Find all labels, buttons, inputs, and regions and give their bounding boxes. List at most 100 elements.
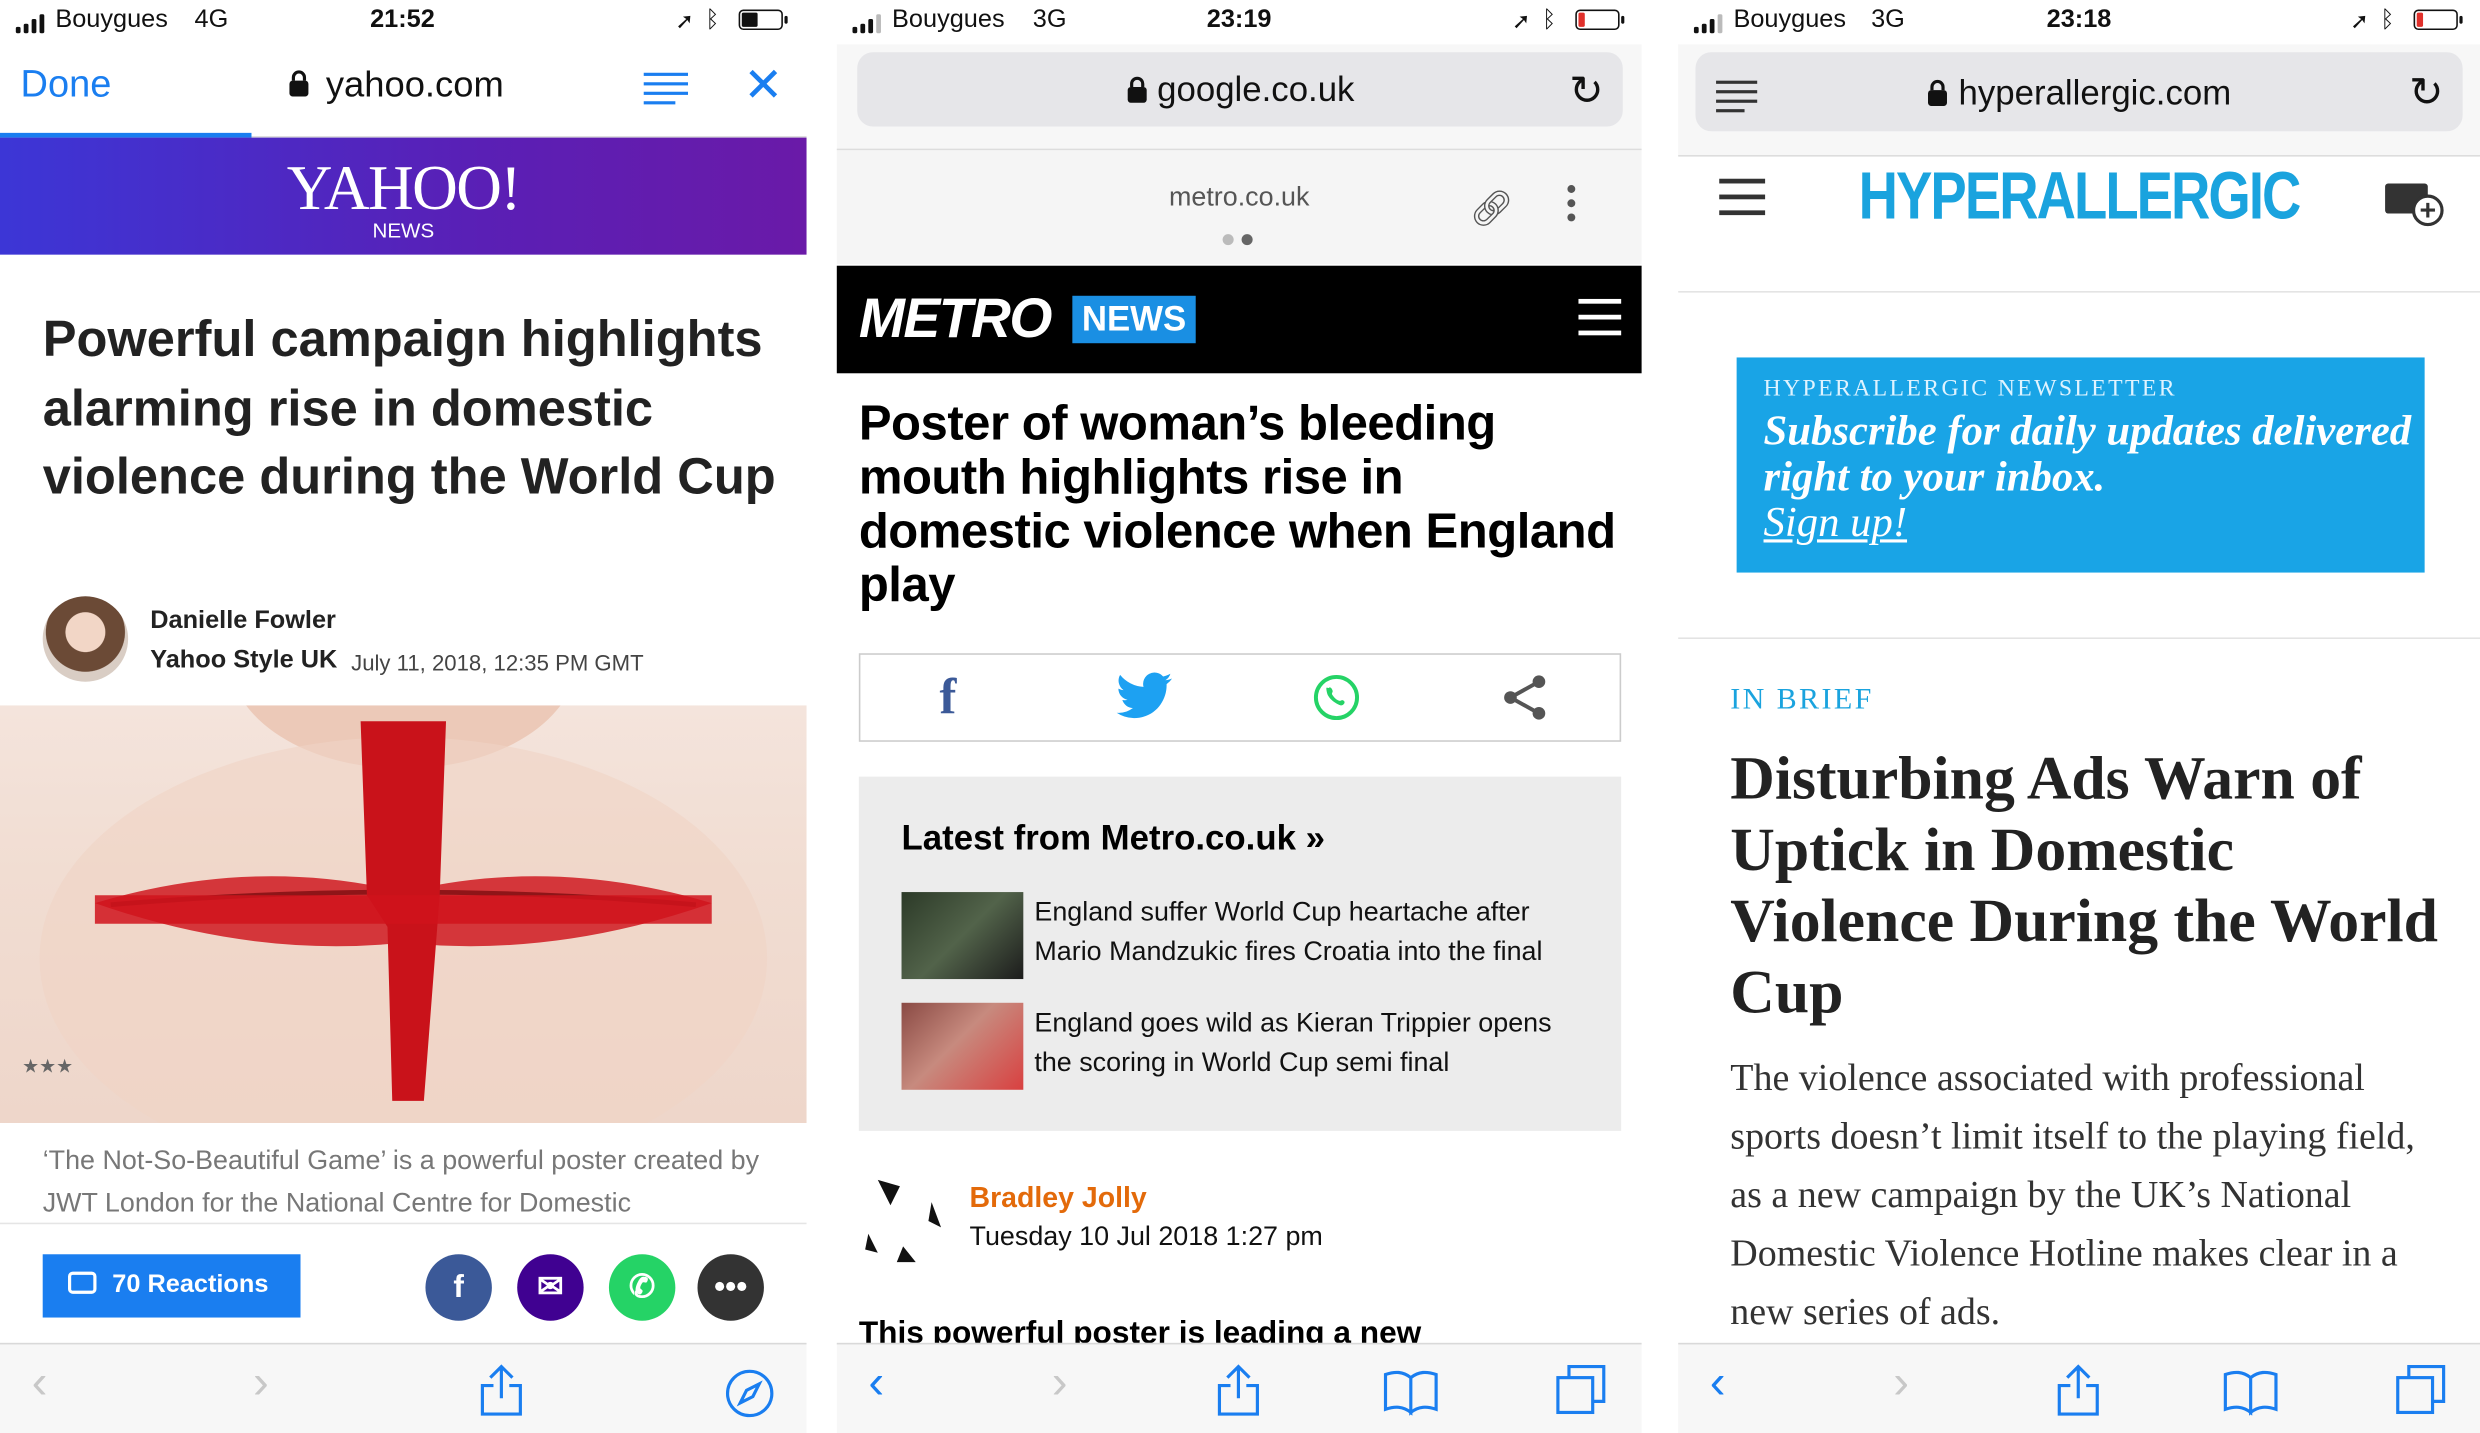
network-type: 3G	[1032, 6, 1067, 34]
latest-item-thumbnail	[901, 1002, 1024, 1090]
yahoo-news-label: NEWS	[372, 218, 435, 242]
latest-item-thumbnail	[901, 892, 1024, 980]
hyperallergic-header: HYPERALLERGIC	[1678, 155, 2480, 293]
yahoo-logo[interactable]: YAHOO!	[0, 150, 807, 224]
close-icon[interactable]: ✕	[743, 59, 783, 114]
status-bar: Bouygues 3G 23:18 ➚ ᛒ	[1678, 0, 2480, 44]
article-headline: Poster of woman’s bleeding mouth highlig…	[858, 395, 1616, 613]
share-icon[interactable]	[2056, 1363, 2100, 1417]
safari-url-bar: Done yahoo.com ✕	[0, 44, 807, 138]
tabs-icon[interactable]	[2395, 1363, 2449, 1417]
divider	[1678, 637, 2480, 639]
author-name[interactable]: Bradley Jolly	[970, 1182, 1147, 1215]
safari-url-bar: hyperallergic.com ↻	[1678, 44, 2480, 157]
safari-toolbar: ‹ ›	[836, 1342, 1642, 1433]
battery-icon	[2413, 9, 2463, 31]
hyperallergic-logo[interactable]: HYPERALLERGIC	[1750, 158, 2408, 234]
link-icon[interactable]: 🔗︎	[1469, 188, 1513, 229]
poster-illustration: ★★★	[22, 705, 767, 1123]
network-type: 4G	[194, 6, 229, 34]
facebook-icon[interactable]: f	[939, 667, 956, 726]
carrier-name: Bouygues	[1733, 6, 1847, 34]
author-name[interactable]: Danielle Fowler	[150, 607, 336, 635]
network-type: 3G	[1871, 6, 1905, 34]
phone-screen-yahoo: Bouygues 4G 21:52 ➚ ᛒ Done yahoo.com ✕ Y…	[0, 0, 807, 1433]
facebook-share-button[interactable]: f	[425, 1254, 492, 1321]
bookmarks-icon[interactable]	[2222, 1368, 2279, 1416]
more-vert-icon[interactable]	[1567, 185, 1576, 228]
newsletter-text: Subscribe for daily updates delivered ri…	[1763, 406, 2412, 500]
newsletter-pitch: Subscribe for daily updates delivered ri…	[1763, 406, 2412, 546]
whatsapp-share-button[interactable]: ✆	[608, 1254, 676, 1321]
share-icon[interactable]	[479, 1363, 523, 1417]
reload-icon[interactable]: ↻	[2409, 68, 2443, 117]
svg-text:★★★: ★★★	[22, 1055, 73, 1077]
latest-title[interactable]: Latest from Metro.co.uk »	[902, 818, 1325, 859]
twitter-icon[interactable]	[1116, 672, 1174, 719]
phone-screen-metro: Bouygues 3G 23:19 ➚ ᛒ google.co.uk ↻ met…	[836, 0, 1642, 1433]
article-body: The violence associated with professiona…	[1730, 1058, 2415, 1334]
article-headline: Powerful campaign highlights alarming ri…	[42, 310, 776, 505]
back-icon[interactable]: ‹	[32, 1357, 48, 1411]
bookmarks-icon[interactable]	[1382, 1368, 1439, 1416]
reload-icon[interactable]: ↻	[1569, 66, 1603, 115]
more-share-button[interactable]: •••	[697, 1254, 764, 1321]
image-caption: ‘The Not-So-Beautiful Game’ is a powerfu…	[42, 1145, 760, 1218]
url-host[interactable]: yahoo.com	[326, 63, 504, 106]
article-headline: Disturbing Ads Warn of Uptick in Domesti…	[1730, 744, 2438, 1027]
bluetooth-icon: ᛒ	[2380, 6, 2395, 34]
newsletter-banner[interactable]: HYPERALLERGIC NEWSLETTER Subscribe for d…	[1736, 357, 2425, 573]
clock: 23:19	[1206, 6, 1272, 34]
whatsapp-icon[interactable]	[1311, 672, 1362, 723]
battery-icon	[1575, 9, 1625, 31]
url-host-row: google.co.uk	[857, 70, 1623, 111]
carrier-name: Bouygues	[892, 6, 1005, 34]
forward-icon[interactable]: ›	[1893, 1357, 1909, 1411]
author-avatar	[865, 1179, 942, 1263]
done-button[interactable]: Done	[21, 63, 112, 107]
battery-icon	[738, 9, 788, 31]
lock-icon	[1127, 76, 1147, 103]
signal-icon	[1693, 14, 1729, 34]
facebook-icon: f	[453, 1270, 464, 1305]
reactions-label: 70 Reactions	[112, 1271, 269, 1299]
share-icon[interactable]	[1501, 672, 1548, 723]
reactions-button[interactable]: 70 Reactions	[42, 1254, 301, 1318]
article-date: July 11, 2018, 12:35 PM GMT	[351, 650, 644, 676]
back-icon[interactable]: ‹	[868, 1357, 884, 1411]
status-bar: Bouygues 3G 23:19 ➚ ᛒ	[837, 0, 1642, 44]
bluetooth-icon: ᛒ	[1542, 6, 1557, 34]
more-icon: •••	[714, 1270, 748, 1305]
screenshot-collage: Bouygues 4G 21:52 ➚ ᛒ Done yahoo.com ✕ Y…	[0, 0, 2480, 1433]
location-icon: ➚	[675, 7, 694, 34]
newsletter-label: HYPERALLERGIC NEWSLETTER	[1763, 376, 2177, 402]
url-host-row: hyperallergic.com	[1696, 73, 2463, 114]
back-icon[interactable]: ‹	[1710, 1357, 1726, 1411]
email-icon: ✉	[537, 1270, 564, 1305]
newsletter-subscribe-icon[interactable]	[2385, 183, 2444, 227]
metro-header: METRO NEWS	[836, 265, 1642, 374]
latest-item-title: England suffer World Cup heartache after…	[1034, 896, 1543, 967]
article-kicker[interactable]: IN BRIEF	[1730, 683, 1873, 718]
share-icon[interactable]	[1216, 1363, 1260, 1417]
tabs-icon[interactable]	[1555, 1363, 1609, 1417]
url-host: google.co.uk	[1157, 69, 1355, 110]
url-field[interactable]: google.co.uk ↻	[857, 52, 1623, 127]
safari-toolbar: ‹ ›	[0, 1342, 807, 1433]
location-icon: ➚	[2350, 7, 2369, 34]
carrier-name: Bouygues	[55, 6, 168, 34]
url-field[interactable]: hyperallergic.com ↻	[1695, 52, 2463, 132]
clock: 21:52	[370, 6, 435, 34]
metro-section-badge[interactable]: NEWS	[1072, 295, 1196, 344]
menu-icon[interactable]	[1578, 298, 1622, 346]
forward-icon[interactable]: ›	[253, 1357, 269, 1411]
phone-screen-hyperallergic: Bouygues 3G 23:18 ➚ ᛒ hyperallergic.com …	[1678, 0, 2480, 1433]
forward-icon[interactable]: ›	[1052, 1357, 1068, 1411]
compass-icon[interactable]	[724, 1368, 775, 1419]
metro-logo[interactable]: METRO	[859, 288, 1053, 351]
whatsapp-icon: ✆	[628, 1270, 656, 1305]
sign-up-link[interactable]: Sign up!	[1764, 498, 1908, 545]
reader-view-icon[interactable]	[643, 72, 689, 111]
signal-icon	[15, 14, 51, 34]
email-share-button[interactable]: ✉	[517, 1254, 584, 1321]
